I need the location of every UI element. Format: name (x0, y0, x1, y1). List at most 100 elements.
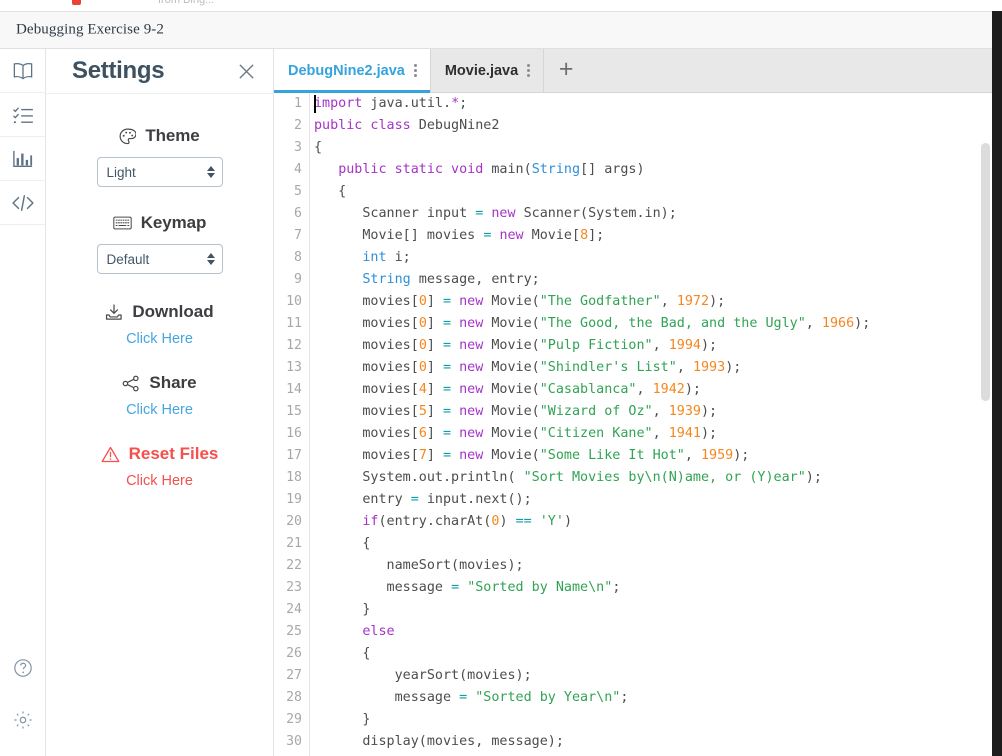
code-token: public static void (338, 162, 484, 177)
code-line[interactable]: message = "Sorted by Year\n"; (314, 687, 992, 709)
tab-label: DebugNine2.java (288, 62, 405, 79)
code-token: Movie( (483, 338, 540, 353)
code-token: ); (805, 470, 822, 485)
code-line[interactable]: Scanner input = new Scanner(System.in); (314, 203, 992, 225)
code-token: 1994 (668, 338, 701, 353)
keymap-select[interactable]: DefaultVimEmacsSublime (96, 244, 223, 274)
code-line[interactable]: } (314, 599, 992, 621)
tab-menu-icon[interactable] (411, 62, 420, 79)
code-line[interactable]: { (314, 137, 992, 159)
code-token: new (459, 338, 484, 353)
code-line[interactable]: if(entry.charAt(0) == 'Y') (314, 511, 992, 533)
code-line[interactable]: message = "Sorted by Name\n"; (314, 577, 992, 599)
code-line[interactable]: movies[7] = new Movie("Some Like It Hot"… (314, 445, 992, 467)
code-line[interactable]: display(movies, message); (314, 731, 992, 753)
book-icon (12, 61, 34, 81)
code-line[interactable]: int i; (314, 247, 992, 269)
code-line[interactable]: nameSort(movies); (314, 555, 992, 577)
line-number: 1 (294, 96, 302, 111)
code-line[interactable]: { (314, 533, 992, 555)
code-line[interactable]: System.out.println( "Sort Movies by\n(N)… (314, 467, 992, 489)
code-token: movies[ (314, 316, 419, 331)
code-line[interactable]: { (314, 181, 992, 203)
code-token: { (314, 646, 371, 661)
vertical-scrollbar[interactable] (981, 143, 990, 401)
code-line[interactable]: movies[0] = new Movie("Pulp Fiction", 19… (314, 335, 992, 357)
rail-item-settings[interactable] (0, 694, 46, 746)
code-token: ] (426, 404, 443, 419)
code-token: 1993 (692, 360, 726, 375)
code-line[interactable]: movies[0] = new Movie("The Good, the Bad… (314, 313, 992, 335)
keyboard-icon (113, 216, 132, 230)
add-tab-button[interactable]: + (544, 49, 588, 92)
code-token: new (459, 448, 484, 463)
line-number: 16 (286, 426, 302, 441)
code-line[interactable]: movies[4] = new Movie("Casablanca", 1942… (314, 379, 992, 401)
help-icon (13, 658, 33, 678)
tab-menu-icon[interactable] (524, 62, 533, 79)
code-token: * (451, 96, 460, 111)
share-label: Share (149, 373, 197, 392)
code-token: "Casablanca" (539, 382, 637, 397)
line-number: 3 (294, 140, 302, 155)
code-token: 0 (418, 316, 427, 331)
code-line[interactable]: Movie[] movies = new Movie[8]; (314, 225, 992, 247)
code-token: { (314, 536, 371, 551)
tab-movie-java[interactable]: Movie.java (430, 49, 545, 92)
code-token: , (805, 316, 822, 331)
code-token: , (652, 426, 669, 441)
code-token: } (314, 712, 371, 727)
code-line[interactable]: import java.util.*; (314, 93, 992, 115)
code-line[interactable]: public static void main(String[] args) (314, 159, 992, 181)
code-line[interactable]: } (314, 709, 992, 731)
code-line[interactable]: public class DebugNine2 (314, 115, 992, 137)
code-line[interactable]: entry = input.next(); (314, 489, 992, 511)
code-token: , (676, 360, 693, 375)
line-number: 9 (294, 272, 302, 287)
text-cursor (314, 95, 316, 113)
tab-debugnine2-java[interactable]: DebugNine2.java (274, 49, 431, 93)
share-link[interactable]: Click Here (126, 402, 193, 418)
code-line[interactable]: movies[6] = new Movie("Citizen Kane", 19… (314, 423, 992, 445)
code-line[interactable]: else (314, 621, 992, 643)
download-link[interactable]: Click Here (126, 331, 193, 347)
line-number: 22 (286, 558, 302, 573)
download-header: Download (46, 302, 273, 322)
rail-item-checklist[interactable] (0, 93, 46, 137)
code-line[interactable]: { (314, 643, 992, 665)
code-line[interactable]: String message, entry; (314, 269, 992, 291)
close-icon[interactable] (233, 58, 259, 84)
code-token: "The Godfather" (539, 294, 661, 309)
line-number: 13 (286, 360, 302, 375)
rail-item-help[interactable] (0, 642, 46, 694)
code-token: Movie( (483, 360, 540, 375)
line-number: 27 (286, 668, 302, 683)
theme-group: Theme LightDark (46, 126, 273, 187)
code-token: "Shindler's List" (539, 360, 677, 375)
code-area[interactable]: 1 2 3 4 5 6 7 8 9 10 11 12 13 14 15 16 17 18 19 20 21 22 23 24 2… (274, 93, 992, 756)
theme-select[interactable]: LightDark (96, 157, 223, 187)
code-token: display(movies, message); (314, 734, 564, 749)
code-line[interactable]: movies[0] = new Movie("Shindler's List",… (314, 357, 992, 379)
rail-item-code[interactable] (0, 181, 46, 225)
code-token: movies[ (314, 294, 419, 309)
code-content[interactable]: import java.util.*; public class DebugNin… (311, 93, 992, 756)
code-token: [] args) (580, 162, 645, 177)
reset-files-link[interactable]: Click Here (126, 473, 193, 489)
code-line[interactable]: movies[5] = new Movie("Wizard of Oz", 19… (314, 401, 992, 423)
code-token: , (652, 338, 669, 353)
line-number: 17 (286, 448, 302, 463)
code-line[interactable]: movies[0] = new Movie("The Godfather", 1… (314, 291, 992, 313)
rail-item-instructions[interactable] (0, 49, 46, 93)
code-line[interactable]: yearSort(movies); (314, 665, 992, 687)
reset-files-header: Reset Files (46, 444, 273, 464)
code-token: = (443, 316, 452, 331)
code-token: String (362, 272, 411, 287)
rail-item-grade[interactable] (0, 137, 46, 181)
code-token: input.next(); (418, 492, 532, 507)
